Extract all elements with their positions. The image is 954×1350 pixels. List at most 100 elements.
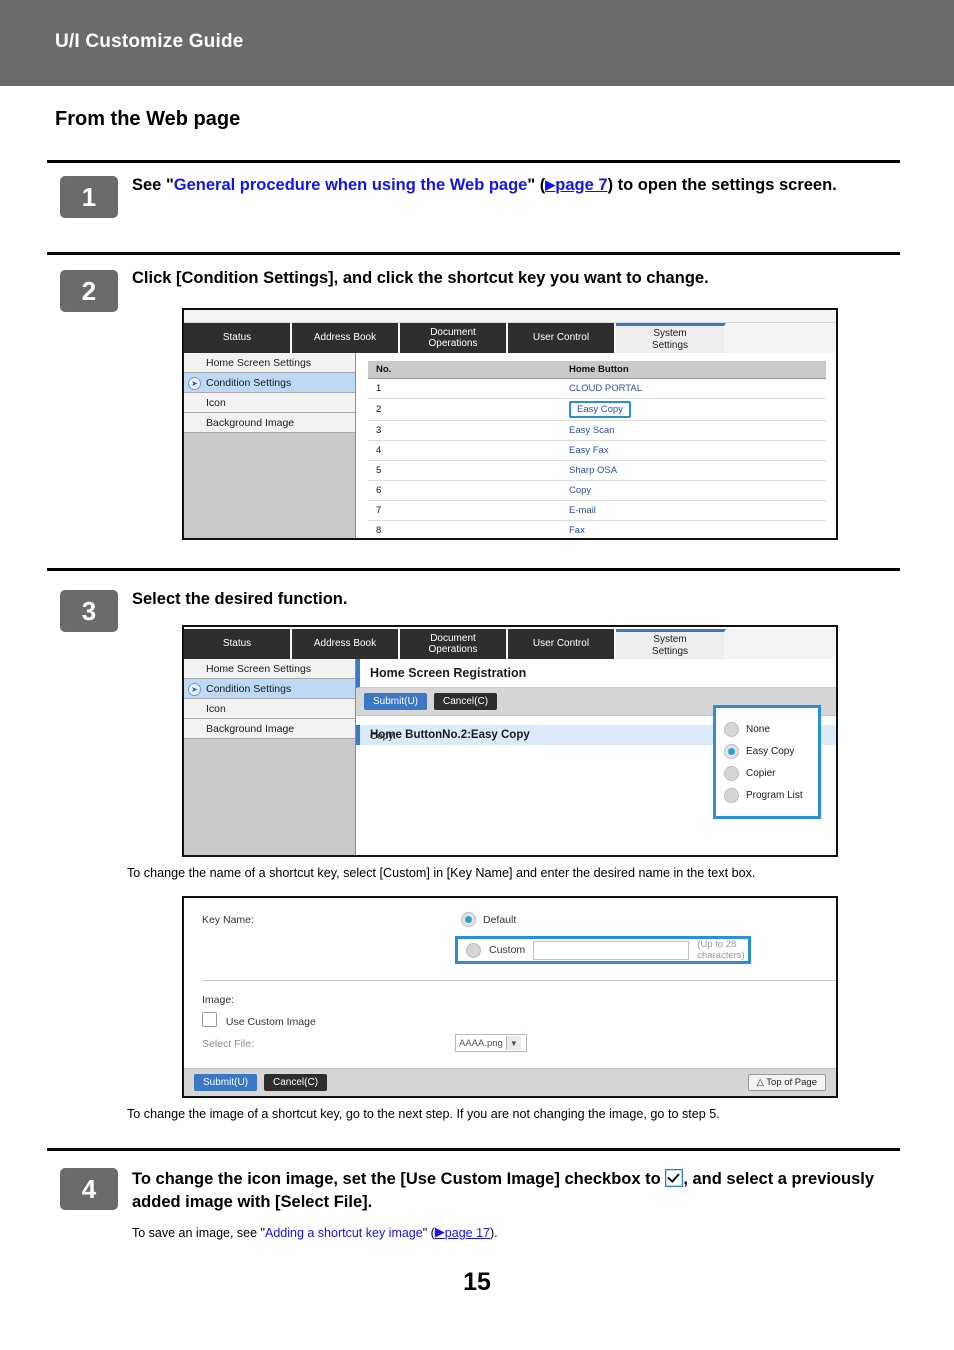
cell-no: 6 xyxy=(368,480,561,501)
sidebar-label: Condition Settings xyxy=(206,682,292,695)
cell-home-button[interactable]: Easy Copy xyxy=(561,398,826,421)
page-7-link[interactable]: ▶page 7 xyxy=(545,176,607,194)
radio-label: Program List xyxy=(746,789,803,801)
tabbar-filler xyxy=(726,629,836,659)
submit-button[interactable]: Submit(U) xyxy=(194,1074,258,1091)
table-header-row: No. Home Button xyxy=(368,361,826,379)
use-custom-image-checkbox[interactable] xyxy=(202,1012,217,1027)
tab-user-control[interactable]: User Control xyxy=(508,323,616,353)
table-row: 5 Sharp OSA xyxy=(368,460,826,481)
custom-key-name-input[interactable] xyxy=(533,940,690,960)
home-button-table: No. Home Button 1 CLOUD PORTAL 2 Easy Copy… xyxy=(368,361,826,538)
sidebar-filler xyxy=(184,739,355,853)
radio-icon-selected[interactable] xyxy=(724,743,739,759)
sidebar-label: Home Screen Settings xyxy=(206,662,312,675)
radio-option-easy-copy[interactable]: Easy Copy xyxy=(724,740,810,762)
web-ui-body: Home Screen Settings ➤ Condition Settings… xyxy=(184,659,836,855)
tab-system-settings[interactable]: System Settings xyxy=(616,323,726,353)
cell-no: 2 xyxy=(368,398,561,421)
function-radio-group: None Easy Copy Copier Program List xyxy=(713,705,821,819)
table-row: 6 Copy xyxy=(368,480,826,501)
radio-icon[interactable] xyxy=(724,765,739,781)
radio-icon-default-selected[interactable] xyxy=(461,912,476,927)
radio-label: None xyxy=(746,723,770,735)
cell-home-button[interactable]: Sharp OSA xyxy=(561,460,826,481)
sidebar-item-icon[interactable]: Icon xyxy=(184,393,355,413)
top-of-page-button[interactable]: △ Top of Page xyxy=(747,1074,826,1091)
browser-strip xyxy=(184,310,836,323)
general-procedure-link[interactable]: General procedure when using the Web pag… xyxy=(174,176,528,194)
table-row: 7 E-mail xyxy=(368,500,826,521)
chevron-down-icon[interactable]: ▼ xyxy=(505,1036,521,1050)
tabbar-filler xyxy=(726,323,836,353)
sidebar-item-icon[interactable]: Icon xyxy=(184,699,355,719)
note-text-mid: " ( xyxy=(422,1226,435,1240)
tab-address-book[interactable]: Address Book xyxy=(292,629,400,659)
radio-icon-custom[interactable] xyxy=(466,942,481,958)
sidebar-item-condition-settings[interactable]: ➤ Condition Settings xyxy=(184,373,355,393)
highlighted-easy-copy-link[interactable]: Easy Copy xyxy=(569,401,631,418)
cell-no: 8 xyxy=(368,520,561,538)
step-text-4: To change the icon image, set the [Use C… xyxy=(132,1168,897,1214)
table-row: 8 Fax xyxy=(368,520,826,538)
cell-home-button[interactable]: Easy Scan xyxy=(561,420,826,441)
step-badge-3: 3 xyxy=(60,590,118,632)
key-name-label: Key Name: xyxy=(202,914,254,926)
table-row: 2 Easy Copy xyxy=(368,398,826,421)
character-limit-hint: (Up to 28 characters) xyxy=(697,939,745,961)
table-row: 3 Easy Scan xyxy=(368,420,826,441)
default-radio-row[interactable]: Default xyxy=(461,912,516,927)
step1-text-mid: " ( xyxy=(527,176,546,194)
tab-address-book[interactable]: Address Book xyxy=(292,323,400,353)
select-file-dropdown[interactable]: AAAA.png ▼ xyxy=(455,1034,527,1052)
tab-user-control[interactable]: User Control xyxy=(508,629,616,659)
use-custom-image-row[interactable]: Use Custom Image xyxy=(202,1012,316,1028)
cell-home-button[interactable]: Easy Fax xyxy=(561,440,826,461)
tab-document-operations[interactable]: Document Operations xyxy=(400,323,508,353)
sidebar-item-home-screen-settings[interactable]: Home Screen Settings xyxy=(184,659,355,679)
radio-label: Easy Copy xyxy=(746,745,795,757)
note-text-after: ). xyxy=(489,1226,498,1240)
radio-option-program-list[interactable]: Program List xyxy=(724,784,810,806)
tab-status[interactable]: Status xyxy=(184,323,292,353)
submit-button[interactable]: Submit(U) xyxy=(364,693,428,710)
custom-key-name-box: Custom (Up to 28 characters) xyxy=(455,936,751,964)
cancel-button[interactable]: Cancel(C) xyxy=(434,693,498,710)
radio-option-none[interactable]: None xyxy=(724,718,810,740)
web-ui-sidebar: Home Screen Settings ➤ Condition Settings… xyxy=(184,659,356,855)
cell-home-button[interactable]: E-mail xyxy=(561,500,826,521)
page-17-link[interactable]: ▶page 17 xyxy=(434,1224,490,1240)
cell-home-button[interactable]: CLOUD PORTAL xyxy=(561,378,826,399)
radio-icon[interactable] xyxy=(724,787,739,803)
radio-option-copier[interactable]: Copier xyxy=(724,762,810,784)
cancel-button[interactable]: Cancel(C) xyxy=(264,1074,328,1091)
sidebar-label: Background Image xyxy=(206,416,295,429)
step1-text-after: ) to open the settings screen. xyxy=(607,176,837,194)
tab-status[interactable]: Status xyxy=(184,629,292,659)
step1-text-before: See " xyxy=(132,176,174,194)
divider-rule-4 xyxy=(47,1148,900,1151)
table-row: 1 CLOUD PORTAL xyxy=(368,378,826,399)
chevron-right-icon: ➤ xyxy=(188,377,201,390)
tab-document-operations[interactable]: Document Operations xyxy=(400,629,508,659)
screenshot-home-screen-registration: Status Address Book Document Operations U… xyxy=(182,625,838,857)
screenshot-condition-settings-list: Status Address Book Document Operations U… xyxy=(182,308,838,540)
divider-rule-1 xyxy=(47,160,900,163)
cell-home-button[interactable]: Fax xyxy=(561,520,826,538)
col-no: No. xyxy=(368,361,561,379)
sidebar-label: Icon xyxy=(206,396,226,409)
tab-system-settings[interactable]: System Settings xyxy=(616,629,726,659)
sidebar-item-condition-settings[interactable]: ➤ Condition Settings xyxy=(184,679,355,699)
sidebar-item-home-screen-settings[interactable]: Home Screen Settings xyxy=(184,353,355,373)
sidebar-item-background-image[interactable]: Background Image xyxy=(184,413,355,433)
step-badge-1: 1 xyxy=(60,176,118,218)
sidebar-item-background-image[interactable]: Background Image xyxy=(184,719,355,739)
triangle-right-icon: ▶ xyxy=(434,1224,445,1239)
radio-icon[interactable] xyxy=(724,721,739,737)
adding-shortcut-key-image-link[interactable]: Adding a shortcut key image xyxy=(265,1226,423,1240)
cell-home-button[interactable]: Copy xyxy=(561,480,826,501)
step-badge-4: 4 xyxy=(60,1168,118,1210)
step-4-note: To save an image, see "Adding a shortcut… xyxy=(132,1223,892,1243)
custom-label: Custom xyxy=(489,944,526,956)
triangle-right-icon: ▶ xyxy=(545,177,556,192)
